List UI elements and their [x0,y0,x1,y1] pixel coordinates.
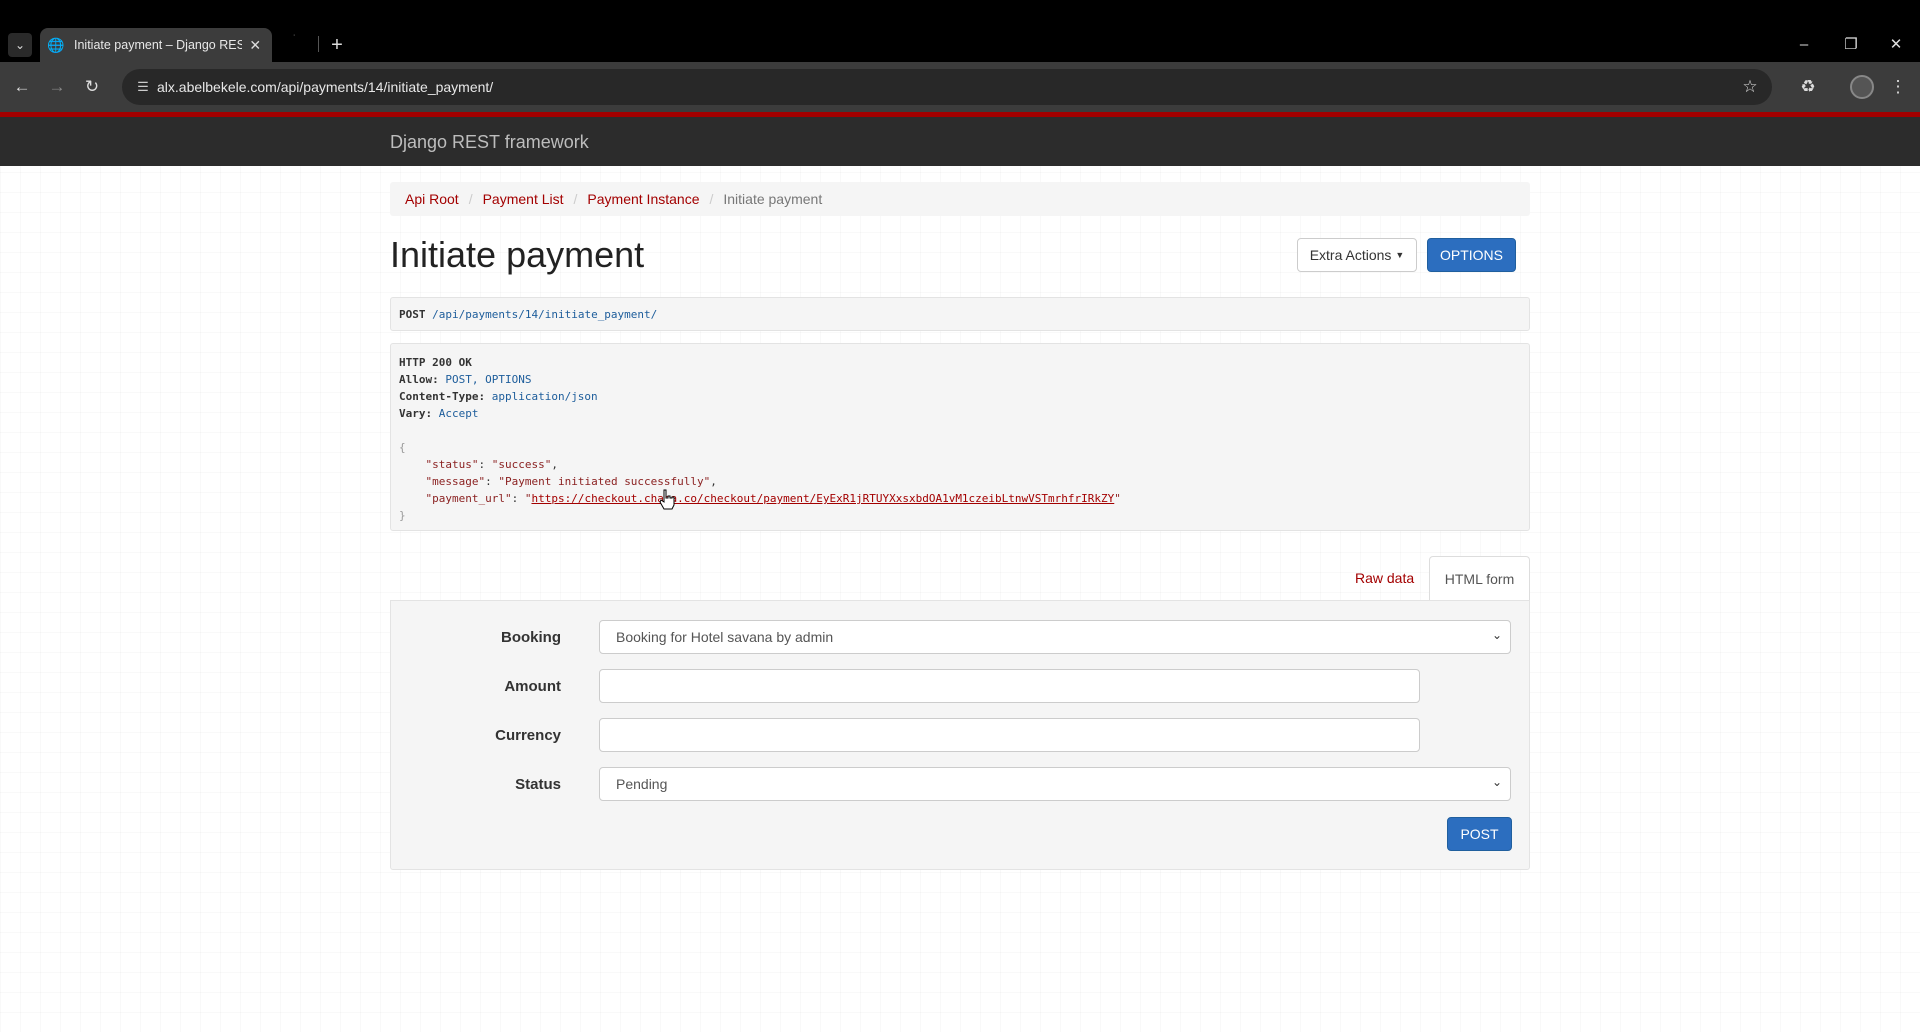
extra-actions-label: Extra Actions [1309,247,1392,263]
close-window-icon[interactable]: ✕ [1876,32,1916,56]
amount-label: Amount [504,678,561,695]
breadcrumb: Api Root / Payment List / Payment Instan… [390,182,1530,216]
allow-header-key: Allow: [399,373,439,386]
globe-icon: 🌐 [47,36,65,53]
request-path: /api/payments/14/initiate_payment/ [432,308,658,321]
booking-select[interactable]: Booking for Hotel savana by admin ⌄ [599,620,1511,654]
status-select[interactable]: Pending ⌄ [599,767,1511,801]
minimize-icon[interactable]: – [1784,32,1824,56]
response-status-line: HTTP 200 OK [399,356,472,369]
bookmark-star-icon[interactable]: ☆ [1740,77,1760,97]
breadcrumb-separator: / [573,191,578,207]
browser-tabstrip: ⌄ 🌐 Initiate payment – Django REST frame… [0,0,1920,62]
currency-input[interactable] [599,718,1420,752]
tab-title: Initiate payment – Django REST framework [74,38,243,52]
json-message-value: "Payment initiated successfully" [498,475,711,488]
navbar: Django REST framework [0,117,1920,166]
breadcrumb-current: Initiate payment [723,191,823,207]
hand-cursor-icon [659,489,675,510]
loading-dot-icon: ˙ [293,34,297,45]
url-text[interactable]: alx.abelbekele.com/api/payments/14/initi… [157,79,493,95]
back-icon[interactable]: ← [10,75,34,99]
json-message-key: "message" [425,475,486,488]
menu-kebab-icon[interactable]: ⋮ [1886,75,1910,99]
browser-tab[interactable]: 🌐 Initiate payment – Django REST framewo… [40,28,272,62]
chevron-down-icon: ⌄ [1491,775,1502,789]
caret-down-icon: ▼ [1395,250,1405,260]
vary-header-key: Vary: [399,407,433,420]
post-button[interactable]: POST [1447,817,1512,851]
profile-avatar[interactable] [1850,75,1874,99]
tab-html-form[interactable]: HTML form [1429,556,1530,601]
restore-icon[interactable]: ❐ [1831,32,1871,56]
booking-selected-value: Booking for Hotel savana by admin [616,629,834,645]
json-payment-url-key: "payment_url" [425,492,512,505]
tab-divider [318,36,319,52]
allow-header-value: POST, OPTIONS [445,373,532,386]
json-status-value: "success" [491,458,552,471]
booking-label: Booking [501,629,561,646]
html-form: Booking Booking for Hotel savana by admi… [390,600,1530,870]
content-type-header-value: application/json [491,390,598,403]
payment-url-link[interactable]: https://checkout.chapa.co/checkout/payme… [531,492,1114,505]
content-type-header-key: Content-Type: [399,390,486,403]
breadcrumb-payment-instance[interactable]: Payment Instance [587,191,699,207]
breadcrumb-separator: / [709,191,714,207]
forward-icon[interactable]: → [45,75,69,99]
reload-icon[interactable]: ↻ [80,75,104,99]
extra-actions-button[interactable]: Extra Actions ▼ [1297,238,1417,272]
close-tab-icon[interactable]: ✕ [246,36,264,54]
currency-label: Currency [495,727,561,744]
breadcrumb-separator: / [468,191,473,207]
status-selected-value: Pending [616,776,668,792]
address-bar[interactable]: ☰ alx.abelbekele.com/api/payments/14/ini… [122,69,1772,105]
response-info: HTTP 200 OK Allow: POST, OPTIONS Content… [390,343,1530,531]
options-button[interactable]: OPTIONS [1427,238,1516,272]
new-tab-icon[interactable]: + [325,33,349,57]
tab-raw-data[interactable]: Raw data [1340,556,1429,600]
breadcrumb-api-root[interactable]: Api Root [405,191,459,207]
json-status-key: "status" [425,458,479,471]
vary-header-value: Accept [438,407,479,420]
json-open-brace: { [399,441,406,454]
brand-link[interactable]: Django REST framework [390,132,589,153]
extensions-icon[interactable]: ♻ [1796,75,1820,99]
browser-toolbar: ← → ↻ ☰ alx.abelbekele.com/api/payments/… [0,62,1920,112]
breadcrumb-payment-list[interactable]: Payment List [483,191,564,207]
page-title: Initiate payment [390,234,645,275]
page-content: Django REST framework Api Root / Payment… [0,112,1920,1032]
status-label: Status [515,776,561,793]
request-info: POST /api/payments/14/initiate_payment/ [390,297,1530,331]
site-info-icon[interactable]: ☰ [134,78,152,96]
tab-search-icon[interactable]: ⌄ [8,33,32,57]
json-close-brace: } [399,509,406,522]
request-method: POST [399,308,426,321]
amount-input[interactable] [599,669,1420,703]
chevron-down-icon: ⌄ [1491,628,1502,642]
